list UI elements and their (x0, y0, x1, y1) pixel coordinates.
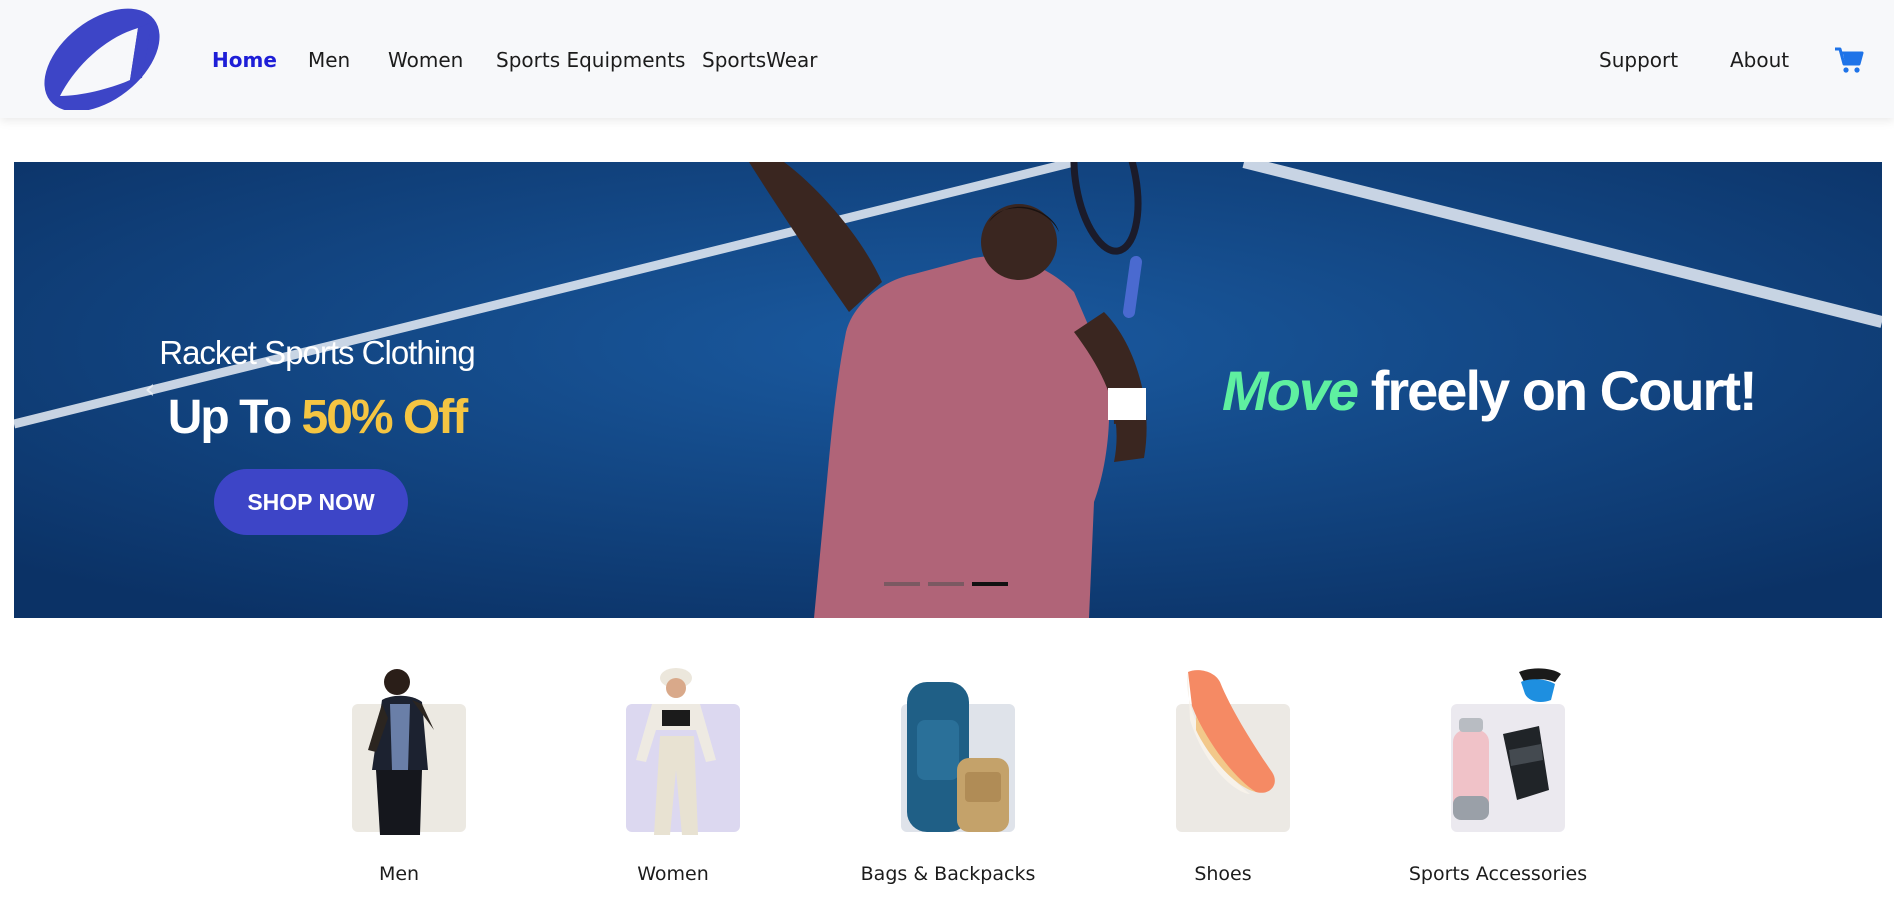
carousel-indicator-3[interactable] (972, 582, 1008, 586)
top-navbar: Home Men Women Sports Equipments SportsW… (0, 0, 1894, 118)
hero-offer: Up To 50% Off (132, 390, 502, 445)
category-bags-backpacks-label: Bags & Backpacks (860, 863, 1036, 885)
category-shoes-label: Shoes (1194, 863, 1252, 885)
carousel-next-icon[interactable]: › (1734, 372, 1762, 406)
nav-men[interactable]: Men (308, 48, 350, 72)
hero-carousel: Racket Sports Clothing Up To 50% Off SHO… (14, 162, 1882, 618)
hero-offer-prefix: Up To (167, 391, 292, 444)
category-bags-backpacks[interactable]: Bags & Backpacks (843, 660, 1053, 905)
category-men[interactable]: Men (294, 660, 504, 905)
category-men-image (342, 660, 492, 835)
nav-about[interactable]: About (1730, 48, 1789, 72)
hero-tagline: Move freely on Court! (1222, 358, 1758, 423)
hero-offer-highlight: 50% Off (301, 391, 469, 444)
category-men-label: Men (378, 863, 420, 885)
category-shoes-image (1166, 660, 1316, 835)
category-women-image (616, 660, 766, 835)
nav-sportswear[interactable]: SportsWear (702, 48, 818, 72)
cart-icon[interactable] (1834, 46, 1864, 74)
category-shoes[interactable]: Shoes (1118, 660, 1328, 905)
category-sports-accessories[interactable]: Sports Accessories (1393, 660, 1603, 905)
nav-home[interactable]: Home (212, 48, 277, 72)
carousel-prev-icon[interactable]: ‹ (136, 372, 164, 406)
nav-women[interactable]: Women (388, 48, 463, 72)
brand-logo[interactable] (42, 8, 170, 110)
category-sports-accessories-label: Sports Accessories (1408, 863, 1588, 885)
nav-sports-equipments[interactable]: Sports Equipments (496, 48, 685, 72)
carousel-indicator-2[interactable] (928, 582, 964, 586)
carousel-indicator-1[interactable] (884, 582, 920, 586)
category-sports-accessories-image (1441, 660, 1591, 835)
nav-support[interactable]: Support (1599, 48, 1678, 72)
shop-now-button[interactable]: SHOP NOW (214, 469, 408, 535)
category-women[interactable]: Women (568, 660, 778, 905)
hero-tagline-highlight: Move (1222, 359, 1359, 422)
hero-tagline-rest: freely on Court! (1370, 359, 1758, 422)
hero-heading: Racket Sports Clothing (159, 334, 476, 371)
category-women-label: Women (637, 863, 709, 885)
category-bags-backpacks-image (891, 660, 1041, 835)
